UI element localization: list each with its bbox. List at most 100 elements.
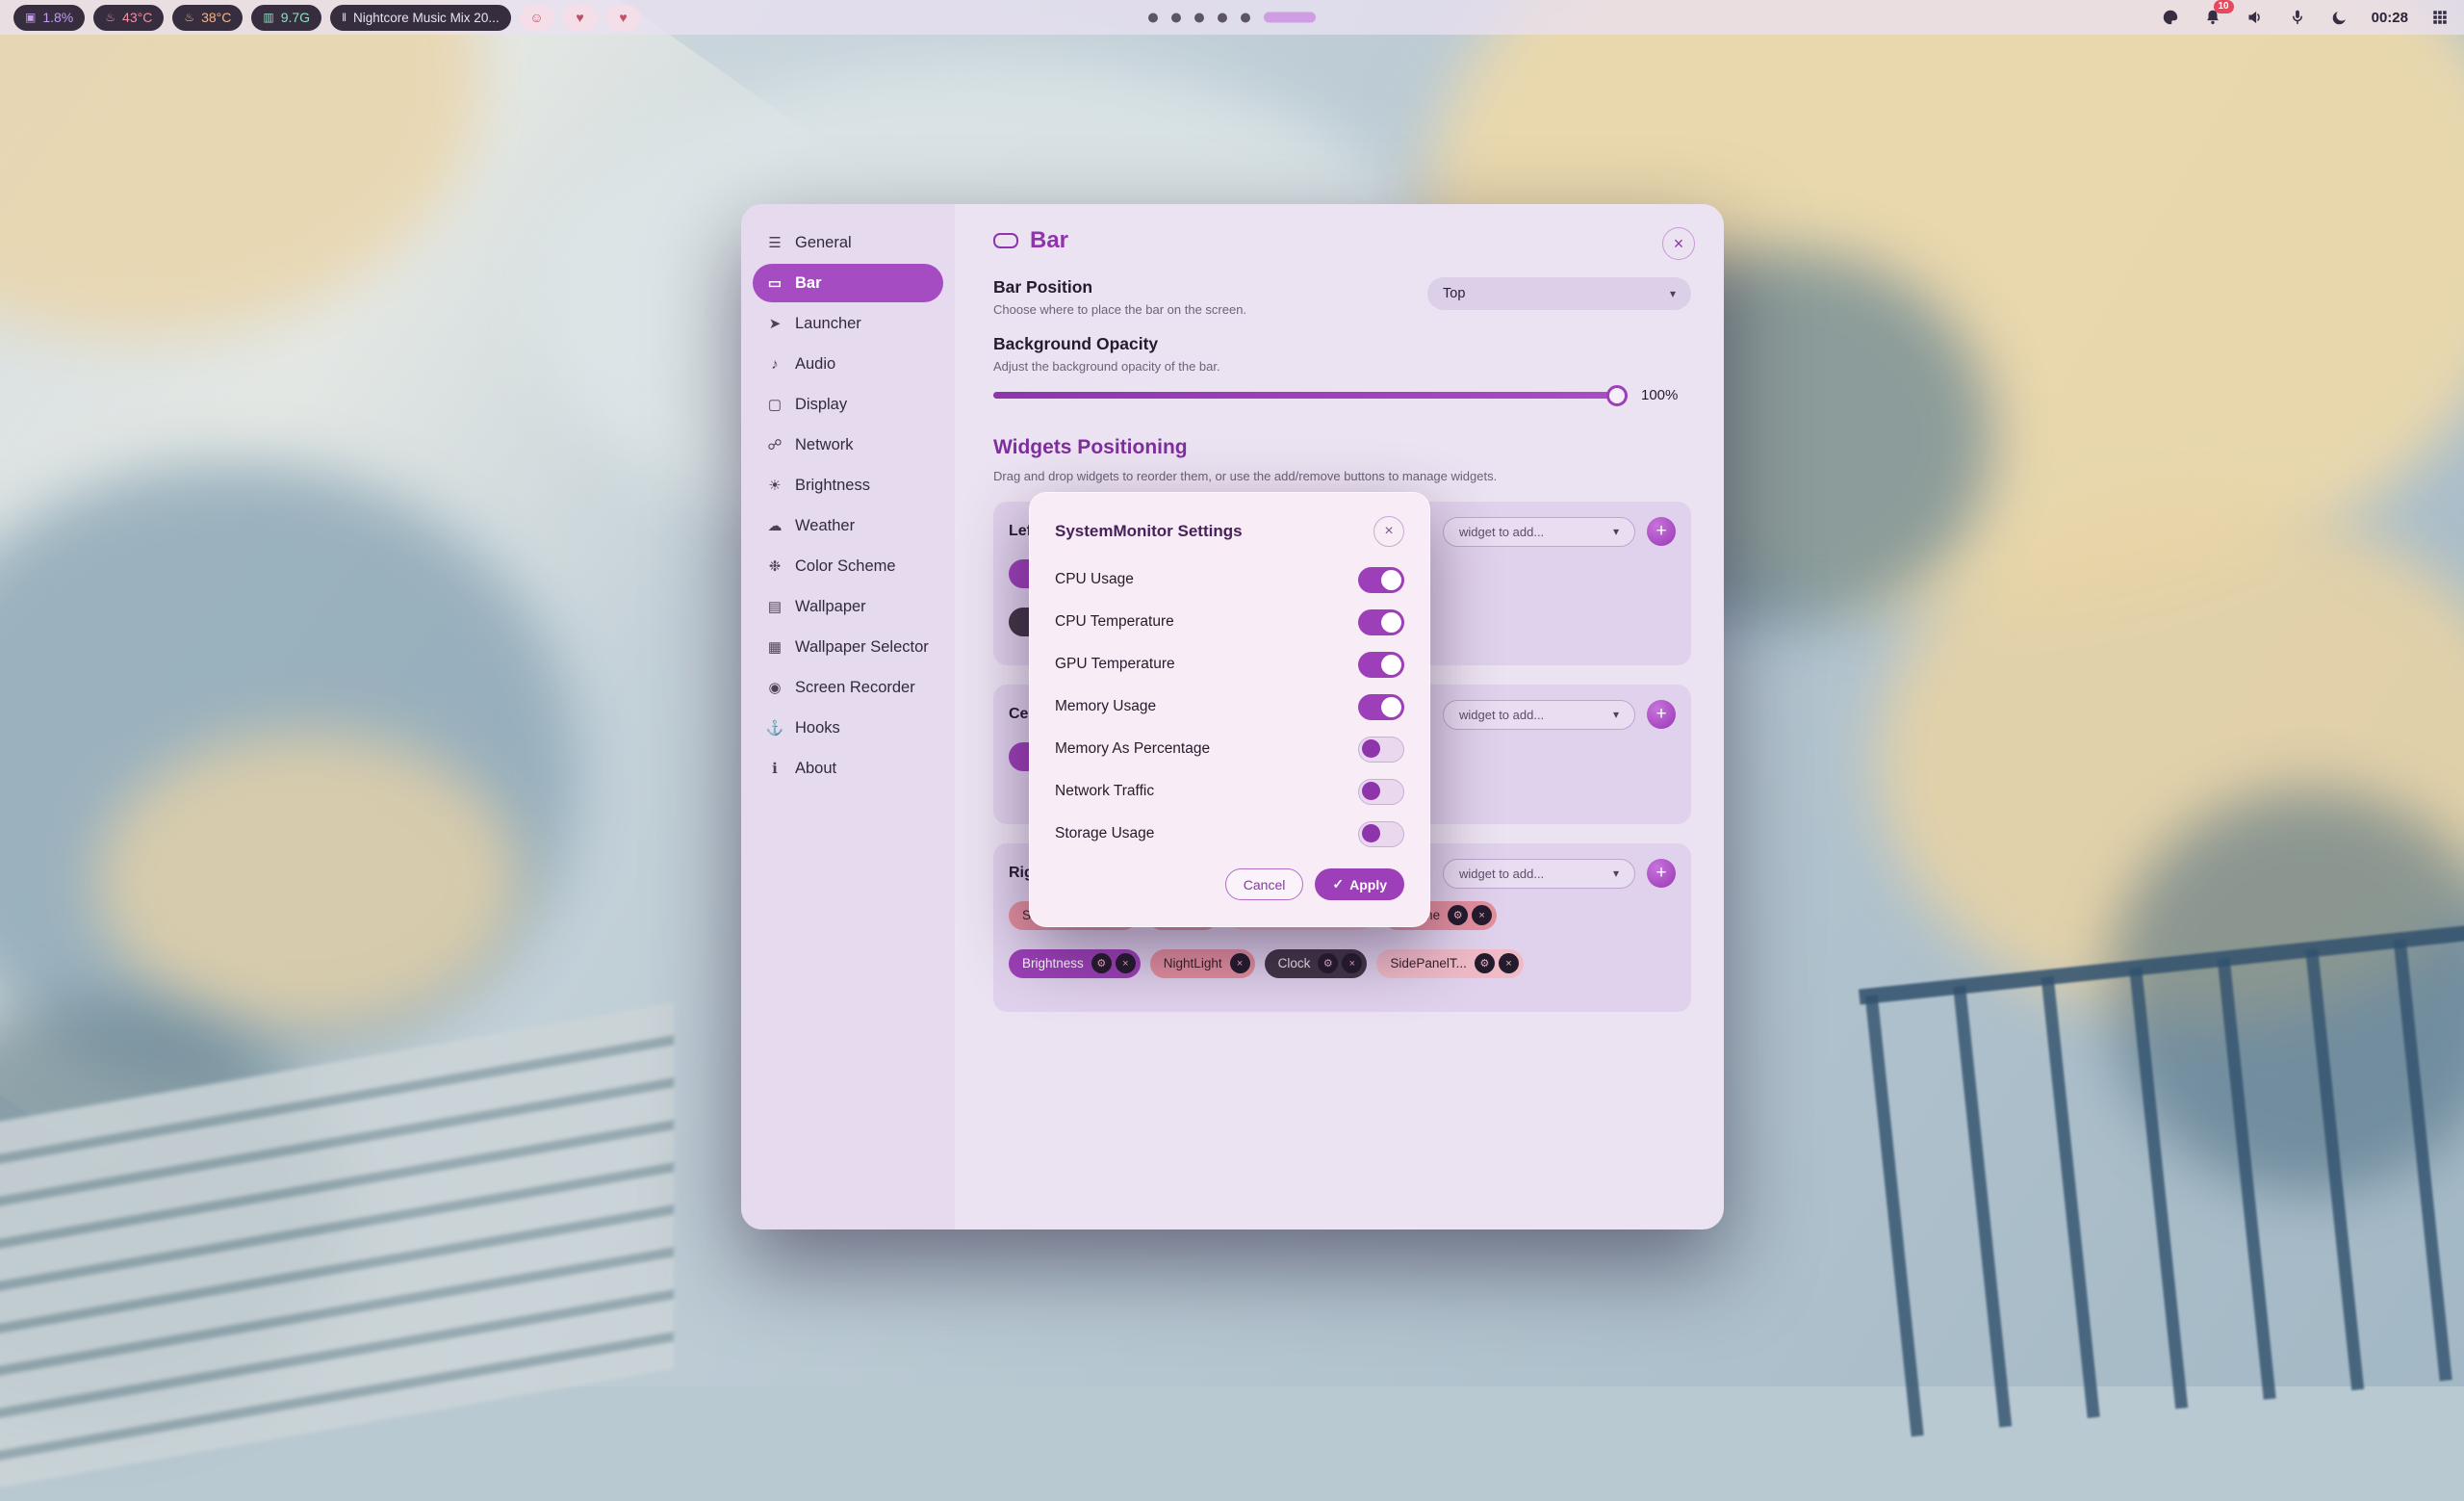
widget-remove-button[interactable]: × bbox=[1230, 953, 1250, 973]
sidebar-item-launcher[interactable]: ➤ Launcher bbox=[753, 304, 943, 343]
widget-remove-button[interactable]: × bbox=[1342, 953, 1362, 973]
workspace-dot[interactable] bbox=[1241, 13, 1250, 22]
sidebar-item-label: Wallpaper Selector bbox=[795, 638, 929, 657]
sidebar-item-screen-recorder[interactable]: ◉ Screen Recorder bbox=[753, 668, 943, 707]
workspace-dot[interactable] bbox=[1194, 13, 1204, 22]
chevron-down-icon: ▾ bbox=[1613, 867, 1619, 880]
sidebar-item-wallpaper-selector[interactable]: ▦ Wallpaper Selector bbox=[753, 628, 943, 666]
sidebar-item-weather[interactable]: ☁ Weather bbox=[753, 506, 943, 545]
plus-icon: + bbox=[1656, 863, 1666, 884]
hook-icon: ⚓ bbox=[765, 719, 784, 737]
workspace-active[interactable] bbox=[1264, 13, 1316, 23]
right-add-widget-dropdown[interactable]: widget to add... ▾ bbox=[1443, 859, 1635, 889]
widget-chip-brightness[interactable]: Brightness ⚙ × bbox=[1009, 949, 1141, 978]
gpu-temp-indicator[interactable]: ♨ 38°C bbox=[172, 5, 243, 31]
sidebar-item-brightness[interactable]: ☀ Brightness bbox=[753, 466, 943, 505]
quick-pill-favorite-1[interactable]: ♥ bbox=[563, 5, 598, 31]
center-add-widget-button[interactable]: + bbox=[1647, 700, 1676, 729]
sidebar-item-general[interactable]: ☰ General bbox=[753, 223, 943, 262]
sidebar-item-label: Audio bbox=[795, 355, 835, 374]
network-traffic-toggle[interactable] bbox=[1358, 779, 1404, 805]
background-opacity-slider[interactable] bbox=[993, 392, 1626, 399]
microphone-icon[interactable] bbox=[2287, 7, 2308, 28]
widget-remove-button[interactable]: × bbox=[1472, 905, 1492, 925]
memory-indicator[interactable]: ▥ 9.7G bbox=[251, 5, 321, 31]
slider-handle[interactable] bbox=[1606, 385, 1628, 406]
cpu-temperature-toggle[interactable] bbox=[1358, 609, 1404, 635]
cpu-usage-toggle[interactable] bbox=[1358, 567, 1404, 593]
smiley-icon: ☺ bbox=[529, 10, 543, 25]
apply-button[interactable]: ✓ Apply bbox=[1315, 868, 1404, 900]
sidebar-item-label: Color Scheme bbox=[795, 557, 896, 576]
left-add-widget-dropdown[interactable]: widget to add... ▾ bbox=[1443, 517, 1635, 547]
images-icon: ▦ bbox=[765, 638, 784, 656]
background-opacity-description: Adjust the background opacity of the bar… bbox=[993, 359, 1691, 374]
gpu-temp-value: 38°C bbox=[201, 10, 231, 25]
add-widget-placeholder: widget to add... bbox=[1459, 708, 1544, 722]
notification-count-badge: 10 bbox=[2214, 0, 2234, 13]
cpu-temp-indicator[interactable]: ♨ 43°C bbox=[93, 5, 164, 31]
sidebar-item-color-scheme[interactable]: ❉ Color Scheme bbox=[753, 547, 943, 585]
plus-icon: + bbox=[1656, 521, 1666, 542]
widget-settings-button[interactable]: ⚙ bbox=[1448, 905, 1468, 925]
modal-title: SystemMonitor Settings bbox=[1055, 522, 1243, 541]
plus-icon: + bbox=[1656, 704, 1666, 725]
sun-icon: ☀ bbox=[765, 477, 784, 494]
toggle-knob bbox=[1381, 612, 1401, 633]
workspace-dot[interactable] bbox=[1218, 13, 1227, 22]
sidebar-item-display[interactable]: ▢ Display bbox=[753, 385, 943, 424]
quick-pill-emoji[interactable]: ☺ bbox=[520, 5, 554, 31]
widget-settings-button[interactable]: ⚙ bbox=[1318, 953, 1338, 973]
window-close-button[interactable]: × bbox=[1662, 227, 1695, 260]
workspace-dot[interactable] bbox=[1148, 13, 1158, 22]
sidebar-item-audio[interactable]: ♪ Audio bbox=[753, 345, 943, 383]
widget-chip-sidepanel[interactable]: SidePanelT... ⚙ × bbox=[1376, 949, 1524, 978]
add-widget-placeholder: widget to add... bbox=[1459, 525, 1544, 539]
widget-remove-button[interactable]: × bbox=[1499, 953, 1519, 973]
toggle-knob bbox=[1381, 697, 1401, 717]
sidebar-item-hooks[interactable]: ⚓ Hooks bbox=[753, 709, 943, 747]
cancel-button[interactable]: Cancel bbox=[1225, 868, 1304, 900]
right-add-widget-button[interactable]: + bbox=[1647, 859, 1676, 888]
widget-chip-nightlight[interactable]: NightLight × bbox=[1150, 949, 1255, 978]
cpu-usage-indicator[interactable]: ▣ 1.8% bbox=[13, 5, 85, 31]
widget-chip-clock[interactable]: Clock ⚙ × bbox=[1265, 949, 1368, 978]
center-add-widget-dropdown[interactable]: widget to add... ▾ bbox=[1443, 700, 1635, 730]
sidebar-item-about[interactable]: ℹ About bbox=[753, 749, 943, 788]
workspace-dot[interactable] bbox=[1171, 13, 1181, 22]
pause-icon: ‖ bbox=[342, 11, 346, 24]
quick-pill-favorite-2[interactable]: ♥ bbox=[606, 5, 641, 31]
toggle-label: Network Traffic bbox=[1055, 783, 1154, 800]
memory-usage-toggle[interactable] bbox=[1358, 694, 1404, 720]
sidebar-item-wallpaper[interactable]: ▤ Wallpaper bbox=[753, 587, 943, 626]
modal-close-button[interactable]: × bbox=[1373, 516, 1404, 547]
media-title: Nightcore Music Mix 20... bbox=[353, 11, 500, 25]
sidebar-item-bar[interactable]: ▭ Bar bbox=[753, 264, 943, 302]
image-icon: ▤ bbox=[765, 598, 784, 615]
page-header: Bar bbox=[993, 227, 1691, 254]
settings-sidebar: ☰ General ▭ Bar ➤ Launcher ♪ Audio ▢ Dis… bbox=[741, 204, 955, 1229]
gear-icon: ⚙ bbox=[1453, 909, 1463, 921]
palette-icon[interactable] bbox=[2160, 7, 2181, 28]
widget-settings-button[interactable]: ⚙ bbox=[1475, 953, 1495, 973]
volume-icon[interactable] bbox=[2245, 7, 2266, 28]
night-light-moon-icon[interactable] bbox=[2329, 7, 2350, 28]
memory-as-percentage-toggle[interactable] bbox=[1358, 737, 1404, 763]
notifications-bell-icon[interactable]: 10 bbox=[2202, 7, 2223, 28]
widget-chip-label: Clock bbox=[1278, 956, 1311, 970]
wallpaper-railing bbox=[1865, 932, 2464, 1436]
bar-position-dropdown[interactable]: Top ▾ bbox=[1427, 277, 1691, 310]
storage-usage-toggle[interactable] bbox=[1358, 821, 1404, 847]
toggle-knob bbox=[1362, 782, 1380, 800]
chevron-down-icon: ▾ bbox=[1670, 287, 1676, 300]
sidebar-item-network[interactable]: ☍ Network bbox=[753, 426, 943, 464]
media-player-widget[interactable]: ‖ Nightcore Music Mix 20... bbox=[330, 5, 511, 31]
left-add-widget-button[interactable]: + bbox=[1647, 517, 1676, 546]
bar-position-value: Top bbox=[1443, 286, 1465, 301]
widget-settings-button[interactable]: ⚙ bbox=[1091, 953, 1112, 973]
widget-remove-button[interactable]: × bbox=[1116, 953, 1136, 973]
close-icon: × bbox=[1237, 958, 1243, 970]
apps-grid-icon[interactable] bbox=[2429, 7, 2451, 28]
gpu-temperature-toggle[interactable] bbox=[1358, 652, 1404, 678]
thermometer-icon: ♨ bbox=[105, 11, 116, 24]
